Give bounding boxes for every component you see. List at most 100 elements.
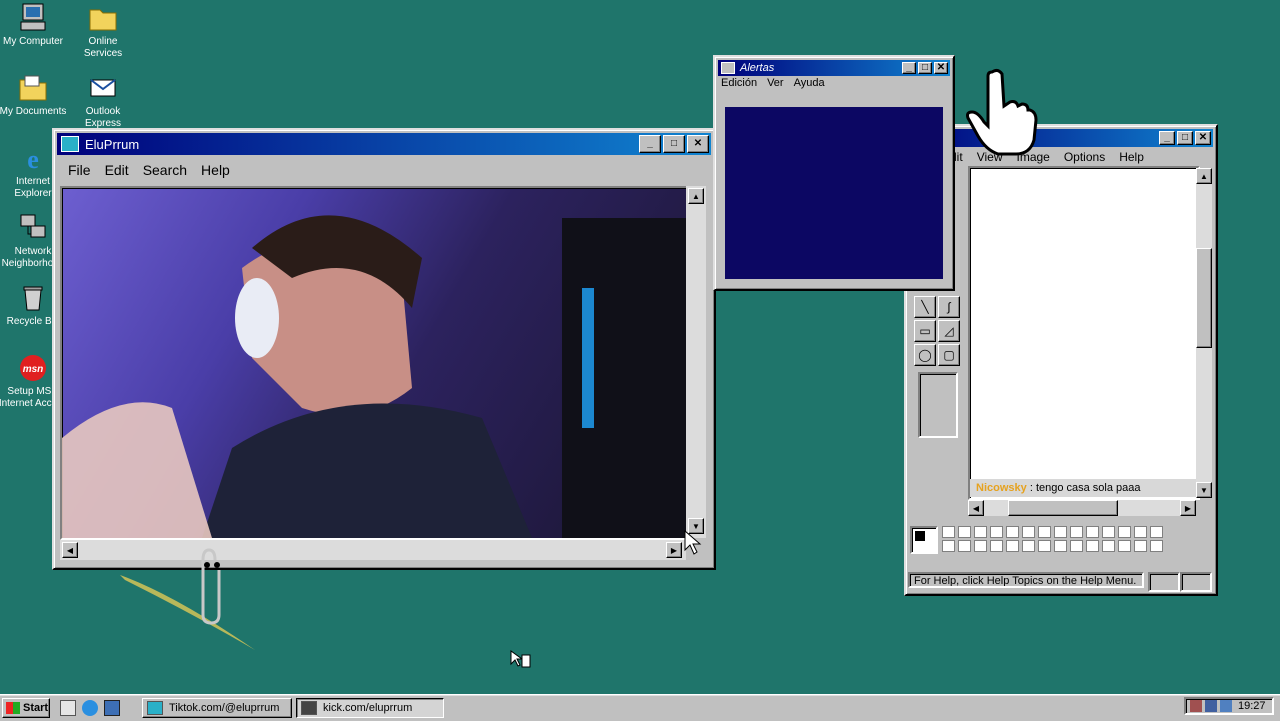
palette-color-swatch[interactable] [1086, 526, 1099, 538]
chat-message: tengo casa sola paaa [1035, 482, 1141, 494]
color-palette [910, 524, 1180, 560]
palette-color-swatch[interactable] [974, 526, 987, 538]
menu-options[interactable]: Options [1064, 150, 1105, 164]
ellipse-tool-icon[interactable]: ◯ [914, 344, 936, 366]
palette-color-swatch[interactable] [1134, 526, 1147, 538]
menu-help[interactable]: Help [201, 162, 230, 178]
msn-icon: msn [17, 352, 49, 384]
scroll-thumb[interactable] [1196, 248, 1212, 348]
palette-color-swatch[interactable] [1022, 540, 1035, 552]
tray-monitor-icon[interactable] [1220, 700, 1232, 712]
palette-color-swatch[interactable] [1086, 540, 1099, 552]
alerts-panel [725, 107, 943, 279]
paint-vertical-scrollbar[interactable]: ▲ ▼ [1196, 168, 1212, 498]
palette-color-swatch[interactable] [1070, 526, 1083, 538]
line-tool-icon[interactable]: ╲ [914, 296, 936, 318]
desktop-icon-my-documents[interactable]: My Documents [0, 72, 68, 118]
window-app-icon [61, 136, 79, 152]
clock[interactable]: 19:27 [1238, 700, 1266, 712]
start-button[interactable]: Start [2, 698, 50, 718]
minimize-button[interactable]: _ [902, 62, 916, 74]
palette-color-swatch[interactable] [1118, 526, 1131, 538]
scroll-up-button[interactable]: ▲ [1196, 168, 1212, 184]
close-button[interactable]: ✕ [1195, 131, 1211, 145]
rectangle-tool-icon[interactable]: ▭ [914, 320, 936, 342]
menu-edicion[interactable]: Edición [721, 77, 757, 89]
palette-color-swatch[interactable] [1150, 540, 1163, 552]
desktop-icon-outlook-express[interactable]: Outlook Express [68, 72, 138, 130]
palette-color-swatch[interactable] [1038, 540, 1051, 552]
hand-pointer-icon [964, 66, 1040, 158]
scroll-right-button[interactable]: ▶ [666, 542, 682, 558]
paint-horizontal-scrollbar[interactable]: ◀ ▶ [968, 500, 1196, 516]
polygon-tool-icon[interactable]: ◿ [938, 320, 960, 342]
palette-color-swatch[interactable] [1006, 526, 1019, 538]
palette-color-swatch[interactable] [990, 540, 1003, 552]
palette-color-swatch[interactable] [942, 540, 955, 552]
recycle-bin-icon [17, 282, 49, 314]
palette-color-swatch[interactable] [1102, 540, 1115, 552]
menu-ayuda[interactable]: Ayuda [794, 77, 825, 89]
busy-cursor-icon [510, 650, 532, 670]
current-color-box[interactable] [910, 526, 938, 554]
chat-overlay: Nicowsky : tengo casa sola paaa [970, 479, 1196, 497]
palette-color-swatch[interactable] [1070, 540, 1083, 552]
menu-file[interactable]: File [68, 162, 91, 178]
scroll-thumb[interactable] [1008, 500, 1118, 516]
menu-ver[interactable]: Ver [767, 77, 784, 89]
palette-color-swatch[interactable] [1054, 526, 1067, 538]
close-button[interactable]: ✕ [687, 135, 709, 153]
palette-color-swatch[interactable] [974, 540, 987, 552]
scroll-left-button[interactable]: ◀ [968, 500, 984, 516]
rounded-rect-tool-icon[interactable]: ▢ [938, 344, 960, 366]
palette-color-swatch[interactable] [942, 526, 955, 538]
scroll-up-button[interactable]: ▲ [688, 188, 704, 204]
stream-window: EluPrrum _ □ ✕ File Edit Search Help ▲ ▼… [52, 128, 716, 570]
alerts-window-titlebar[interactable]: Alertas _ □ ✕ [718, 60, 950, 76]
webcam-frame [62, 215, 686, 538]
palette-color-swatch[interactable] [1102, 526, 1115, 538]
menu-edit[interactable]: Edit [105, 162, 129, 178]
maximize-button[interactable]: □ [1177, 131, 1193, 145]
quick-launch-desktop-icon[interactable] [104, 700, 120, 716]
paperclip-icon [120, 548, 255, 650]
quick-launch-edit-icon[interactable] [60, 700, 76, 716]
maximize-button[interactable]: □ [918, 62, 932, 74]
palette-color-swatch[interactable] [990, 526, 1003, 538]
close-button[interactable]: ✕ [934, 62, 948, 74]
scroll-right-button[interactable]: ▶ [1180, 500, 1196, 516]
palette-color-swatch[interactable] [958, 540, 971, 552]
tray-network-icon[interactable] [1190, 700, 1202, 712]
palette-color-swatch[interactable] [1054, 540, 1067, 552]
menu-help[interactable]: Help [1119, 150, 1144, 164]
curve-tool-icon[interactable]: ∫ [938, 296, 960, 318]
scroll-left-button[interactable]: ◀ [62, 542, 78, 558]
quick-launch-ie-icon[interactable] [82, 700, 98, 716]
palette-color-swatch[interactable] [1038, 526, 1051, 538]
window-app-icon [147, 701, 163, 715]
palette-color-swatch[interactable] [1150, 526, 1163, 538]
msn-logo-text: msn [23, 364, 44, 375]
palette-color-swatch[interactable] [1022, 526, 1035, 538]
scroll-down-button[interactable]: ▼ [1196, 482, 1212, 498]
palette-color-swatch[interactable] [1118, 540, 1131, 552]
palette-color-swatch[interactable] [1134, 540, 1147, 552]
paperclip-assistant[interactable] [115, 545, 265, 655]
menu-search[interactable]: Search [143, 162, 187, 178]
palette-color-swatch[interactable] [958, 526, 971, 538]
stream-window-titlebar[interactable]: EluPrrum _ □ ✕ [57, 133, 711, 155]
maximize-button[interactable]: □ [663, 135, 685, 153]
status-text: For Help, click Help Topics on the Help … [914, 575, 1137, 587]
paint-canvas[interactable] [968, 166, 1200, 500]
palette-color-swatch[interactable] [1006, 540, 1019, 552]
tray-volume-icon[interactable] [1205, 700, 1217, 712]
task-button-tiktok[interactable]: Tiktok.com/@eluprrum [142, 698, 292, 718]
minimize-button[interactable]: _ [1159, 131, 1175, 145]
system-tray: 19:27 [1184, 697, 1274, 715]
minimize-button[interactable]: _ [639, 135, 661, 153]
tool-options-box[interactable] [918, 372, 958, 438]
task-button-kick[interactable]: kick.com/eluprrum [296, 698, 444, 718]
desktop-icon-my-computer[interactable]: My Computer [0, 2, 68, 48]
desktop-icon-online-services[interactable]: Online Services [68, 2, 138, 60]
vertical-scrollbar[interactable]: ▲ ▼ [686, 186, 706, 538]
